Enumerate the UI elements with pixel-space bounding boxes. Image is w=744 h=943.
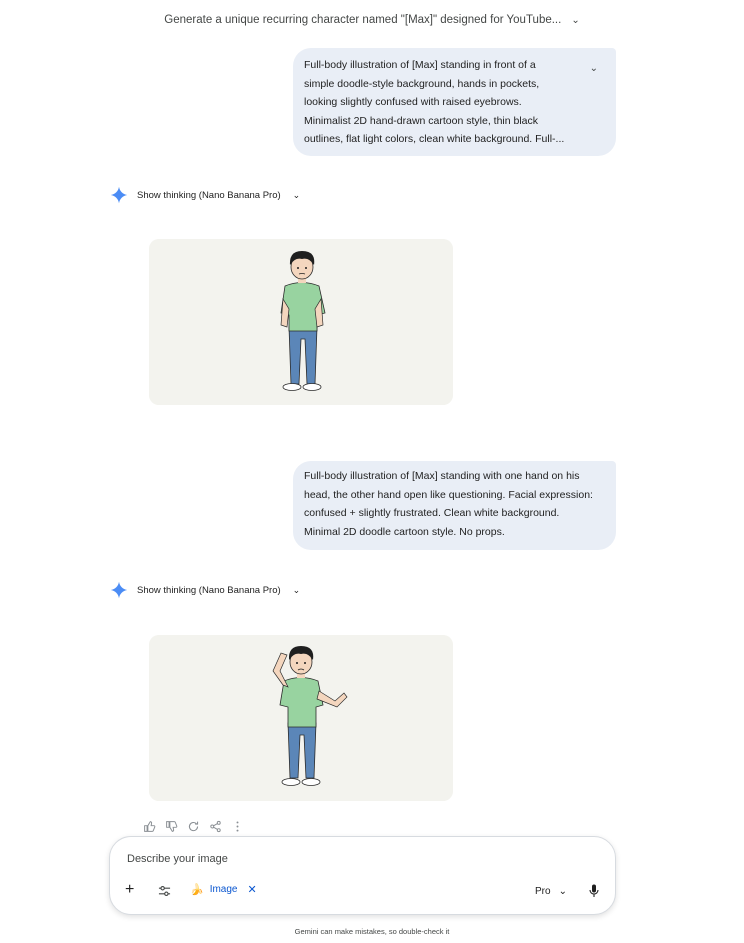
message-line: Full-body illustration of [Max] standing… xyxy=(304,59,536,71)
message-line: confused + slightly frustrated. Clean wh… xyxy=(304,507,560,519)
more-icon[interactable] xyxy=(231,820,244,833)
image-chip-label: Image xyxy=(209,884,238,895)
share-icon[interactable] xyxy=(209,820,222,833)
message-line: Full-body illustration of [Max] standing… xyxy=(304,470,580,482)
user-message: Full-body illustration of [Max] standing… xyxy=(293,461,616,550)
user-message: Full-body illustration of [Max] standing… xyxy=(293,48,616,156)
message-line: simple doodle-style background, hands in… xyxy=(304,77,540,90)
character-illustration xyxy=(149,239,453,405)
gemini-sparkle-icon xyxy=(110,581,128,599)
banana-icon: 🍌 xyxy=(190,884,204,896)
add-icon[interactable]: + xyxy=(125,882,139,898)
character-illustration xyxy=(149,635,453,801)
thumbs-up-icon[interactable] xyxy=(143,820,156,833)
chevron-down-icon: ⌄ xyxy=(558,886,567,897)
show-thinking-label: Show thinking (Nano Banana Pro) xyxy=(137,189,281,201)
message-line: head, the other hand open like questioni… xyxy=(304,488,593,501)
image-tool-chip[interactable]: 🍌 Image ✕ xyxy=(190,883,257,896)
generated-image-confused-pose[interactable] xyxy=(149,635,453,801)
regenerate-icon[interactable] xyxy=(187,820,200,833)
chevron-down-icon: ⌄ xyxy=(292,584,301,595)
model-label: Pro xyxy=(535,886,551,897)
show-thinking-toggle[interactable]: Show thinking (Nano Banana Pro) ⌄ xyxy=(110,581,300,599)
disclaimer: Gemini can make mistakes, so double-chec… xyxy=(294,927,450,936)
message-line: Minimalist 2D hand-drawn cartoon style, … xyxy=(304,114,539,127)
show-thinking-label: Show thinking (Nano Banana Pro) xyxy=(137,584,281,596)
close-icon[interactable]: ✕ xyxy=(248,883,257,896)
chevron-down-icon[interactable]: ⌄ xyxy=(571,15,579,26)
message-line: outlines, flat light colors, clean white… xyxy=(304,133,565,145)
thumbs-down-icon[interactable] xyxy=(165,820,178,833)
prompt-input[interactable]: Describe your image xyxy=(127,853,228,865)
tools-icon[interactable] xyxy=(158,885,171,897)
show-thinking-toggle[interactable]: Show thinking (Nano Banana Pro) ⌄ xyxy=(110,186,300,204)
gemini-sparkle-icon xyxy=(110,186,128,204)
microphone-icon[interactable] xyxy=(589,884,599,898)
message-line: looking slightly confused with raised ey… xyxy=(304,96,522,108)
conversation-title[interactable]: Generate a unique recurring character na… xyxy=(0,14,744,26)
prompt-composer[interactable]: Describe your image + 🍌 Image ✕ Pro ⌄ xyxy=(109,836,616,915)
message-line: Minimal 2D doodle cartoon style. No prop… xyxy=(304,525,505,538)
expand-message-chevron-icon[interactable]: ⌄ xyxy=(590,60,598,79)
response-actions xyxy=(143,820,244,833)
model-selector[interactable]: Pro ⌄ xyxy=(535,886,567,897)
conversation-title-text: Generate a unique recurring character na… xyxy=(164,14,562,26)
generated-image-hands-in-pockets[interactable] xyxy=(149,239,453,405)
chevron-down-icon: ⌄ xyxy=(292,189,301,200)
